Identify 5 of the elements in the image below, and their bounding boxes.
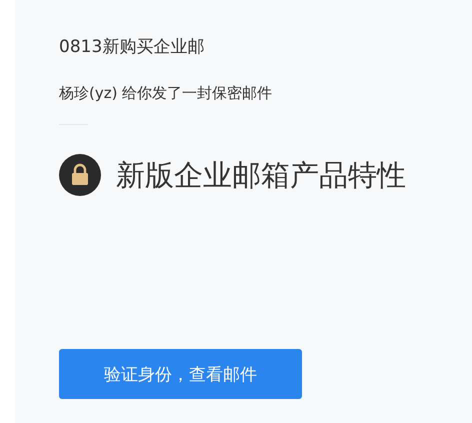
lock-icon (59, 154, 101, 196)
verify-button[interactable]: 验证身份，查看邮件 (59, 349, 302, 399)
mail-heading: 新版企业邮箱产品特性 (116, 157, 406, 194)
mail-subject: 0813新购买企业邮 (59, 36, 204, 58)
mail-notice: 杨珍(yz) 给你发了一封保密邮件 (59, 83, 272, 103)
